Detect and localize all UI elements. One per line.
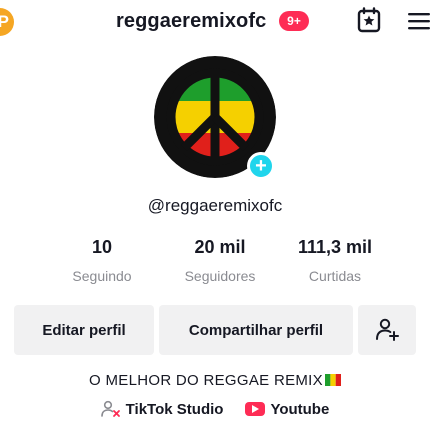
stat-value: 111,3 mil [297,237,373,257]
youtube-link[interactable]: Youtube [245,401,329,418]
add-avatar-button[interactable]: + [247,152,275,180]
notification-count-badge[interactable]: 9+ [279,11,309,31]
share-profile-button[interactable]: Compartilhar perfil [159,305,353,355]
stat-value: 20 mil [194,237,246,257]
youtube-icon [245,402,266,416]
stat-followers[interactable]: 20 mil Seguidores [170,237,270,284]
edit-profile-button[interactable]: Editar perfil [14,305,154,355]
calendar-star-icon[interactable] [357,7,381,33]
stat-label: Seguidores [184,268,256,284]
tiktok-studio-link[interactable]: TikTok Studio [100,400,224,418]
bio-content: O MELHOR DO REGGAE REMIX [89,372,323,389]
stat-value: 10 [91,237,113,257]
profile-links: TikTok Studio Youtube [0,400,430,418]
reggae-flag-icon [324,374,341,386]
add-friend-button[interactable] [358,305,416,355]
top-bar: P reggaeremixofc 9+ [0,0,430,42]
menu-icon[interactable] [408,12,430,30]
link-label: TikTok Studio [125,400,224,418]
link-label: Youtube [270,400,330,418]
add-user-icon [376,318,399,341]
stat-label: Seguindo [72,268,132,284]
stat-label: Curtidas [308,268,362,284]
profile-username-title[interactable]: reggaeremixofc [116,10,266,33]
tiktok-studio-icon [100,400,120,417]
stat-likes[interactable]: 111,3 mil Curtidas [290,237,380,284]
promo-badge[interactable]: P [0,8,14,36]
profile-handle: @reggaeremixofc [147,196,283,215]
stat-following[interactable]: 10 Seguindo [62,237,142,284]
bio-text: O MELHOR DO REGGAE REMIX [0,372,430,389]
